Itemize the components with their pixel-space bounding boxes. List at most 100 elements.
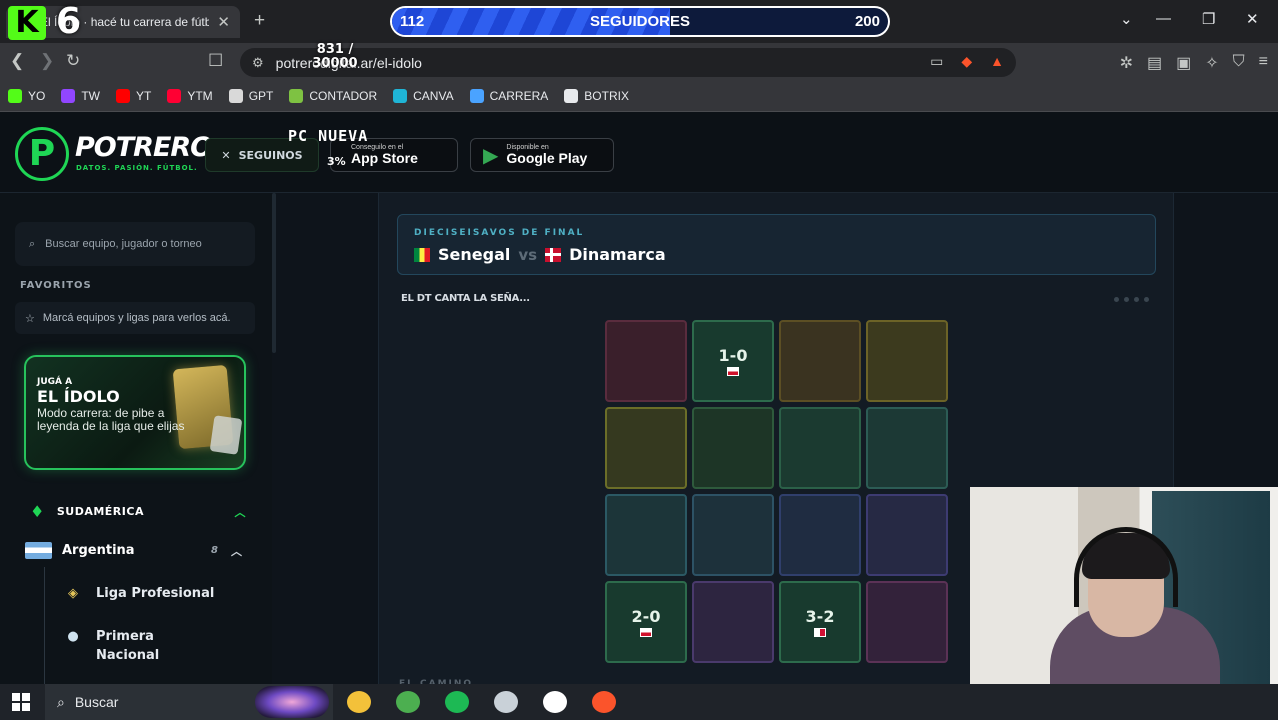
counter-top: 831 / <box>316 42 354 57</box>
leo-ai-icon[interactable]: ✧ <box>1205 53 1218 73</box>
grid-cell[interactable] <box>605 320 687 402</box>
goal-target: 200 <box>854 13 880 30</box>
menu-icon[interactable]: ≡ <box>1259 53 1268 73</box>
close-tab-icon[interactable]: ✕ <box>217 13 230 31</box>
bookmark-yo[interactable]: YO <box>8 89 45 103</box>
league-label: Primera Nacional <box>96 629 160 663</box>
grid-cell[interactable] <box>866 320 948 402</box>
botrix-icon <box>564 89 579 103</box>
close-window-icon[interactable]: ✕ <box>1246 10 1259 28</box>
followers-goal-bar: SEGUIDORES 112 200 <box>390 6 890 37</box>
chevron-up-icon[interactable]: ︿ <box>235 504 247 520</box>
grid-cell[interactable] <box>866 494 948 576</box>
search-input[interactable]: ⌕ Buscar equipo, jugador o torneo <box>15 222 255 266</box>
play-grid: 1-0 2-0 3-2 <box>605 320 949 664</box>
logo-text[interactable]: POTRERO <box>75 134 213 162</box>
chrome-icon[interactable] <box>396 691 420 713</box>
promo-description: Modo carrera: de pibe a leyenda de la li… <box>37 406 185 433</box>
afa-shield-icon: ◈ <box>68 586 78 601</box>
grid-cell[interactable]: 2-0 <box>605 581 687 663</box>
grid-cell[interactable] <box>866 407 948 489</box>
bookmark-label: TW <box>81 89 100 103</box>
cell-score: 3-2 <box>805 606 835 626</box>
region-label: SUDAMÉRICA <box>56 505 144 518</box>
brave-shields-icon[interactable]: ◆ <box>961 53 972 70</box>
file-explorer-icon[interactable] <box>347 691 371 713</box>
league-liga-profesional[interactable]: ◈ Liga Profesional <box>64 584 236 603</box>
grid-cell[interactable] <box>605 494 687 576</box>
google-play-button[interactable]: ▶ Disponible en Google Play <box>470 138 614 172</box>
dt-label: EL DT CANTA LA SEÑA... <box>401 293 530 304</box>
grid-cell[interactable] <box>605 407 687 489</box>
bookmark-label: GPT <box>248 89 274 103</box>
taskbar-search[interactable]: ⌕ Buscar <box>45 684 333 720</box>
country-argentina[interactable]: Argentina 8 ︿ <box>25 542 246 559</box>
wallet-icon[interactable]: ▣ <box>1176 53 1191 73</box>
bookmark-yt[interactable]: YT <box>116 89 151 103</box>
region-sudamerica[interactable]: ♦ SUDAMÉRICA ︿ <box>30 502 246 521</box>
x-icon: ✕ <box>221 148 231 162</box>
appstore-big: App Store <box>351 150 418 166</box>
grid-cell[interactable] <box>779 320 861 402</box>
bookmark-label: CONTADOR <box>309 89 378 103</box>
vs-label: vs <box>518 246 538 264</box>
bookmark-botrix[interactable]: BOTRIX <box>564 89 629 103</box>
vpn-icon[interactable]: ⛉ <box>1233 53 1245 73</box>
twitch-icon <box>61 89 76 103</box>
bookmark-tw[interactable]: TW <box>61 89 100 103</box>
windows-start-icon[interactable] <box>12 693 30 711</box>
extensions-icon[interactable]: ✲ <box>1120 53 1133 73</box>
bookmark-contador[interactable]: CONTADOR <box>289 89 377 103</box>
grid-cell[interactable] <box>692 581 774 663</box>
step-dots <box>1114 297 1149 302</box>
new-tab-icon[interactable]: + <box>254 10 265 32</box>
promo-title: EL ÍDOLO <box>37 387 120 406</box>
grid-cell[interactable] <box>779 407 861 489</box>
potrero-logo-icon[interactable]: P <box>15 127 69 181</box>
bookmark-canva[interactable]: CANVA <box>393 89 454 103</box>
grid-cell[interactable]: 3-2 <box>779 581 861 663</box>
site-info-icon[interactable]: ⚙ <box>252 55 264 71</box>
favorites-empty: ☆ Marcá equipos y ligas para verlos acá. <box>15 302 255 334</box>
bookmark-label: BOTRIX <box>584 89 629 103</box>
team-flag-icon <box>814 627 826 637</box>
sidebar-toggle-icon[interactable]: ▤ <box>1147 53 1162 73</box>
tab-search-icon[interactable]: ⌄ <box>1120 10 1133 28</box>
grid-cell[interactable] <box>779 494 861 576</box>
bookmark-ytm[interactable]: YTM <box>167 89 213 103</box>
minimize-icon[interactable]: — <box>1156 10 1171 27</box>
primera-nacional-icon: ● <box>67 629 79 644</box>
grid-cell[interactable]: 1-0 <box>692 320 774 402</box>
argentina-flag-icon <box>25 542 52 559</box>
cast-icon[interactable]: ▭ <box>930 53 943 70</box>
kick-studio-icon[interactable] <box>543 691 567 713</box>
grid-cell[interactable] <box>866 581 948 663</box>
brave-icon[interactable] <box>592 691 616 713</box>
chatgpt-icon <box>228 89 243 103</box>
obs-icon[interactable] <box>494 691 518 713</box>
search-placeholder: Buscar equipo, jugador o torneo <box>45 238 202 250</box>
brave-rewards-icon[interactable]: ▲ <box>990 53 1004 70</box>
bookmark-gpt[interactable]: GPT <box>228 89 274 103</box>
reload-icon[interactable]: ↻ <box>66 51 80 71</box>
bookmark-icon[interactable]: ☐ <box>208 51 223 71</box>
restore-icon[interactable]: ❐ <box>1202 10 1215 28</box>
canva-icon <box>393 89 408 103</box>
bookmark-label: YT <box>136 89 152 103</box>
league-primera-nacional[interactable]: ● Primera Nacional <box>64 627 196 665</box>
grid-cell[interactable] <box>692 494 774 576</box>
cell-score: 2-0 <box>631 606 661 626</box>
bookmark-label: YO <box>28 89 46 103</box>
bookmark-label: YTM <box>187 89 213 103</box>
back-icon[interactable]: ❮ <box>10 51 24 71</box>
grid-cell[interactable] <box>692 407 774 489</box>
forward-icon[interactable]: ❯ <box>40 51 54 71</box>
spotify-icon[interactable] <box>445 691 469 713</box>
el-idolo-promo-card[interactable]: JUGÁ A EL ÍDOLO Modo carrera: de pibe a … <box>24 355 246 470</box>
kick-counter: 6 <box>56 1 82 42</box>
bookmark-carrera[interactable]: CARRERA <box>469 89 548 103</box>
bookmark-label: CANVA <box>413 89 454 103</box>
chevron-up-icon[interactable]: ︿ <box>231 543 242 559</box>
cell-score: 1-0 <box>718 345 748 365</box>
kick-logo: K <box>8 6 46 40</box>
